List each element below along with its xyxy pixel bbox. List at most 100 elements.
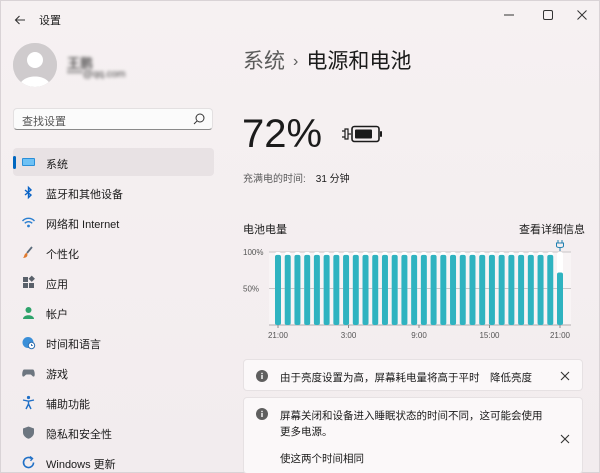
sidebar-item-label: Windows 更新 bbox=[46, 459, 116, 471]
bar bbox=[343, 254, 350, 325]
sidebar-item-label: 网络和 Internet bbox=[46, 219, 120, 231]
x-tick-label: 21:00 bbox=[268, 331, 289, 340]
user-email: ****@qq.com bbox=[67, 69, 126, 80]
bar bbox=[284, 254, 291, 325]
minimize-button[interactable] bbox=[494, 5, 524, 25]
back-button[interactable] bbox=[9, 9, 31, 31]
search-input[interactable]: 查找设置 bbox=[22, 113, 66, 129]
sidebar-item-accessibility[interactable]: 辅助功能 bbox=[13, 388, 214, 416]
bar bbox=[304, 254, 311, 325]
sidebar-item-label: 应用 bbox=[46, 279, 68, 291]
battery-level-chart: 100% 50% 21:00 3:00 9:00 15:00 21:00 bbox=[243, 240, 571, 340]
sidebar-item-network[interactable]: 网络和 Internet bbox=[13, 208, 214, 236]
sidebar-item-label: 个性化 bbox=[46, 249, 79, 261]
sidebar-item-label: 游戏 bbox=[46, 369, 68, 381]
system-display-icon bbox=[22, 158, 35, 166]
page-title: 电源和电池 bbox=[306, 50, 412, 73]
x-tick-label: 21:00 bbox=[550, 331, 571, 340]
sidebar-item-system[interactable]: 系统 bbox=[13, 148, 214, 176]
accessibility-icon bbox=[22, 395, 35, 410]
minimize-icon bbox=[504, 14, 514, 16]
sidebar-item-apps[interactable]: 应用 bbox=[13, 268, 214, 296]
bar bbox=[401, 254, 408, 325]
sidebar-item-label: 时间和语言 bbox=[46, 339, 101, 351]
shield-icon bbox=[23, 426, 34, 439]
plug-icon bbox=[556, 240, 564, 251]
globe-clock-icon bbox=[22, 337, 36, 350]
bar bbox=[479, 254, 486, 325]
sidebar-item-accounts[interactable]: 帐户 bbox=[13, 298, 214, 326]
x-tick-label: 15:00 bbox=[479, 331, 500, 340]
bar bbox=[362, 254, 369, 325]
bar bbox=[547, 254, 554, 325]
bar bbox=[372, 254, 379, 325]
sidebar-item-label: 蓝牙和其他设备 bbox=[46, 189, 123, 201]
y-tick-label: 100% bbox=[243, 248, 263, 257]
user-profile[interactable]: 王鹏 ****@qq.com bbox=[13, 43, 213, 91]
bar bbox=[537, 254, 544, 325]
bar bbox=[459, 254, 466, 325]
sidebar-item-label: 系统 bbox=[46, 159, 68, 171]
sidebar-item-label: 帐户 bbox=[46, 309, 68, 321]
close-icon bbox=[577, 10, 587, 20]
sidebar-item-gaming[interactable]: 游戏 bbox=[13, 358, 214, 386]
bar bbox=[498, 254, 505, 325]
battery-percentage: 72% bbox=[242, 112, 323, 156]
close-button[interactable] bbox=[567, 5, 597, 25]
bar bbox=[430, 254, 437, 325]
person-icon bbox=[13, 43, 57, 87]
maximize-icon bbox=[543, 10, 553, 20]
bar bbox=[352, 254, 359, 325]
bar bbox=[323, 254, 330, 325]
sidebar-item-bluetooth[interactable]: 蓝牙和其他设备 bbox=[13, 178, 214, 206]
sidebar-item-windows-update[interactable]: Windows 更新 bbox=[13, 448, 214, 473]
sidebar-item-time-language[interactable]: 时间和语言 bbox=[13, 328, 214, 356]
bar bbox=[381, 254, 388, 325]
breadcrumb: 系统 › 电源和电池 bbox=[243, 45, 411, 75]
charge-time-row: 充满电的时间: 31 分钟 bbox=[243, 170, 350, 185]
maximize-button[interactable] bbox=[533, 5, 563, 25]
bar bbox=[411, 254, 418, 325]
settings-window: 设置 王鹏 ****@qq.com 查找设置 系统 蓝牙和其他设备 网络和 In… bbox=[0, 0, 600, 473]
bar bbox=[275, 254, 281, 325]
windows-update-icon bbox=[22, 455, 35, 469]
y-tick-label: 50% bbox=[243, 285, 259, 294]
app-title: 设置 bbox=[39, 15, 61, 27]
lower-brightness-link[interactable]: 降低亮度 bbox=[490, 370, 532, 385]
make-times-same-link[interactable]: 使这两个时间相同 bbox=[280, 451, 364, 466]
breadcrumb-separator: › bbox=[293, 53, 299, 70]
bar bbox=[391, 254, 398, 325]
bar bbox=[518, 254, 525, 325]
bar bbox=[333, 254, 340, 325]
wifi-icon bbox=[21, 217, 36, 228]
bar bbox=[488, 254, 495, 325]
sidebar-item-label: 辅助功能 bbox=[46, 399, 90, 411]
bar bbox=[420, 254, 427, 325]
bar bbox=[450, 254, 457, 325]
bluetooth-icon bbox=[24, 185, 33, 200]
close-icon[interactable] bbox=[560, 371, 570, 381]
account-icon bbox=[23, 307, 34, 319]
search-icon bbox=[193, 113, 205, 125]
close-icon[interactable] bbox=[560, 434, 570, 444]
sidebar-nav: 系统 蓝牙和其他设备 网络和 Internet 个性化 应用 帐户 时间和语言 … bbox=[13, 148, 214, 473]
x-tick-label: 9:00 bbox=[411, 331, 427, 340]
charge-time-value: 31 分钟 bbox=[315, 174, 350, 185]
bar bbox=[557, 272, 563, 325]
bar bbox=[440, 254, 447, 325]
breadcrumb-parent[interactable]: 系统 bbox=[243, 50, 285, 73]
brightness-notice: 由于亮度设置为高，屏幕耗电量将高于平时 降低亮度 bbox=[243, 359, 583, 391]
bar bbox=[527, 254, 534, 325]
avatar bbox=[13, 43, 57, 87]
sidebar-item-personalization[interactable]: 个性化 bbox=[13, 238, 214, 266]
sidebar-item-privacy[interactable]: 隐私和安全性 bbox=[13, 418, 214, 446]
gamepad-icon bbox=[22, 369, 35, 377]
search-box[interactable]: 查找设置 bbox=[13, 108, 213, 130]
sidebar-item-label: 隐私和安全性 bbox=[46, 429, 112, 441]
apps-icon bbox=[23, 275, 35, 288]
sleep-notice-text-line1: 屏幕关闭和设备进入睡眠状态的时间不同，这可能会使用 bbox=[280, 410, 543, 422]
battery-charging-icon bbox=[342, 125, 382, 143]
info-icon bbox=[256, 370, 268, 382]
charge-time-label: 充满电的时间: bbox=[243, 174, 306, 185]
x-tick-label: 3:00 bbox=[341, 331, 357, 340]
